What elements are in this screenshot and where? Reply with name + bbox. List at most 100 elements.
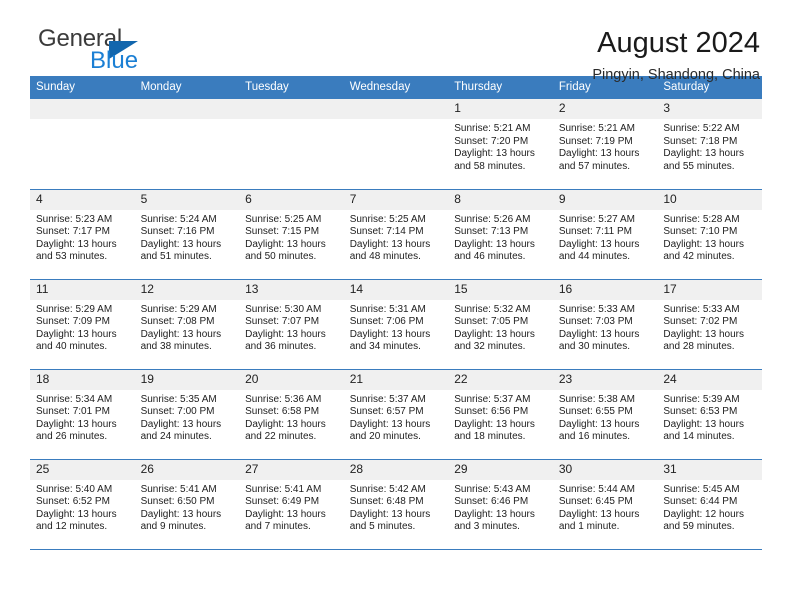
day-number: 4 (30, 189, 135, 210)
calendar-day-cell[interactable]: 23 Sunrise: 5:38 AM Sunset: 6:55 PM Dayligh… (552, 369, 658, 460)
general-blue-logo[interactable]: General Blue (30, 26, 180, 78)
sunset-text: Sunset: 7:17 PM (36, 226, 110, 238)
calendar-day-cell[interactable]: 20 Sunrise: 5:36 AM Sunset: 6:58 PM Dayligh… (239, 369, 344, 460)
day-number: 22 (448, 369, 553, 390)
calendar-grid: Sunday Monday Tuesday Wednesday Thursday… (30, 76, 762, 550)
daylight-text: Daylight: 13 hours and 38 minutes. (140, 328, 222, 353)
sunrise-text: Sunrise: 5:37 AM (454, 393, 531, 405)
calendar-day-cell[interactable]: 12 Sunrise: 5:29 AM Sunset: 7:08 PM Dayligh… (134, 279, 240, 370)
day-details: Sunrise: 5:38 AM Sunset: 6:55 PM Daylight:… (553, 390, 658, 444)
calendar-day-cell[interactable]: 22 Sunrise: 5:37 AM Sunset: 6:56 PM Dayligh… (448, 369, 553, 460)
calendar-day-cell[interactable]: 25 Sunrise: 5:40 AM Sunset: 6:52 PM Dayligh… (30, 459, 135, 550)
calendar-day-cell[interactable]: 28 Sunrise: 5:42 AM Sunset: 6:48 PM Dayligh… (343, 459, 449, 550)
sunset-text: Sunset: 7:02 PM (663, 316, 738, 328)
day-number: 31 (657, 459, 762, 480)
calendar-day-cell[interactable]: 19 Sunrise: 5:35 AM Sunset: 7:00 PM Dayligh… (134, 369, 240, 460)
sunrise-text: Sunrise: 5:25 AM (349, 213, 426, 225)
calendar-day-cell[interactable]: 31 Sunrise: 5:45 AM Sunset: 6:44 PM Dayligh… (657, 459, 762, 550)
weekday-header-sunday: Sunday (30, 76, 135, 99)
calendar-day-cell[interactable]: 10 Sunrise: 5:28 AM Sunset: 7:10 PM Dayligh… (657, 189, 762, 280)
calendar-day-cell[interactable]: 18 Sunrise: 5:34 AM Sunset: 7:01 PM Dayligh… (30, 369, 135, 460)
calendar-day-cell[interactable]: 1 Sunrise: 5:21 AM Sunset: 7:20 PM Daylight… (448, 99, 553, 190)
daylight-text: Daylight: 13 hours and 14 minutes. (663, 418, 744, 443)
sunset-text: Sunset: 6:57 PM (349, 406, 424, 418)
daylight-text: Daylight: 12 hours and 59 minutes. (663, 508, 744, 533)
calendar-day-cell[interactable]: 2 Sunrise: 5:21 AM Sunset: 7:19 PM Daylight… (552, 99, 658, 190)
sunset-text: Sunset: 7:18 PM (663, 135, 738, 147)
calendar-day-cell[interactable]: 30 Sunrise: 5:44 AM Sunset: 6:45 PM Dayligh… (552, 459, 658, 550)
calendar-day-cell[interactable]: 3 Sunrise: 5:22 AM Sunset: 7:18 PM Daylight… (657, 99, 762, 190)
day-details: Sunrise: 5:27 AM Sunset: 7:11 PM Daylight:… (553, 210, 658, 264)
calendar-week-row: 1 Sunrise: 5:21 AM Sunset: 7:20 PM Daylight… (30, 99, 762, 190)
sunset-text: Sunset: 6:52 PM (36, 496, 110, 508)
calendar-day-cell[interactable]: 9 Sunrise: 5:27 AM Sunset: 7:11 PM Daylight… (552, 189, 658, 280)
day-details: Sunrise: 5:31 AM Sunset: 7:06 PM Daylight:… (344, 300, 449, 354)
calendar-day-cell-empty (343, 99, 449, 190)
sunrise-text: Sunrise: 5:39 AM (663, 393, 740, 405)
daylight-text: Daylight: 13 hours and 5 minutes. (349, 508, 431, 533)
daylight-text: Daylight: 13 hours and 18 minutes. (454, 418, 535, 443)
day-number: 25 (30, 459, 135, 480)
sunset-text: Sunset: 7:00 PM (140, 406, 215, 418)
daylight-text: Daylight: 13 hours and 34 minutes. (349, 328, 431, 353)
calendar-day-cell[interactable]: 14 Sunrise: 5:31 AM Sunset: 7:06 PM Dayligh… (343, 279, 449, 370)
calendar-day-cell[interactable]: 8 Sunrise: 5:26 AM Sunset: 7:13 PM Daylight… (448, 189, 553, 280)
day-details: Sunrise: 5:29 AM Sunset: 7:08 PM Daylight:… (135, 300, 240, 354)
sunrise-text: Sunrise: 5:23 AM (36, 213, 113, 225)
day-details: Sunrise: 5:34 AM Sunset: 7:01 PM Daylight:… (30, 390, 135, 444)
sunrise-text: Sunrise: 5:21 AM (558, 123, 635, 134)
calendar-day-cell[interactable]: 4 Sunrise: 5:23 AM Sunset: 7:17 PM Daylight… (30, 189, 135, 280)
day-details: Sunrise: 5:23 AM Sunset: 7:17 PM Daylight:… (30, 210, 135, 264)
weekday-header-thursday: Thursday (448, 76, 553, 99)
day-details: Sunrise: 5:26 AM Sunset: 7:13 PM Daylight:… (448, 210, 553, 264)
daylight-text: Daylight: 13 hours and 58 minutes. (454, 148, 535, 172)
sunrise-text: Sunrise: 5:44 AM (558, 483, 635, 495)
sunrise-text: Sunrise: 5:45 AM (663, 483, 740, 495)
calendar-day-cell[interactable]: 11 Sunrise: 5:29 AM Sunset: 7:09 PM Dayligh… (30, 279, 135, 370)
sunrise-text: Sunrise: 5:29 AM (140, 303, 217, 315)
calendar-day-cell[interactable]: 15 Sunrise: 5:32 AM Sunset: 7:05 PM Dayligh… (448, 279, 553, 370)
day-details: Sunrise: 5:44 AM Sunset: 6:45 PM Daylight:… (553, 480, 658, 534)
calendar-day-cell[interactable]: 29 Sunrise: 5:43 AM Sunset: 6:46 PM Dayligh… (448, 459, 553, 550)
sunrise-text: Sunrise: 5:25 AM (245, 213, 322, 225)
sunset-text: Sunset: 6:55 PM (558, 406, 633, 418)
day-number: 12 (134, 279, 240, 300)
calendar-day-cell[interactable]: 27 Sunrise: 5:41 AM Sunset: 6:49 PM Dayligh… (239, 459, 344, 550)
day-number: 20 (239, 369, 344, 390)
calendar-day-cell[interactable]: 5 Sunrise: 5:24 AM Sunset: 7:16 PM Daylight… (134, 189, 240, 280)
sunset-text: Sunset: 7:11 PM (558, 226, 633, 238)
sunrise-text: Sunrise: 5:24 AM (140, 213, 217, 225)
sunrise-text: Sunrise: 5:37 AM (349, 393, 426, 405)
day-details: Sunrise: 5:45 AM Sunset: 6:44 PM Daylight:… (657, 480, 762, 534)
calendar-day-cell[interactable]: 26 Sunrise: 5:41 AM Sunset: 6:50 PM Dayligh… (134, 459, 240, 550)
daylight-text: Daylight: 13 hours and 51 minutes. (140, 238, 222, 263)
calendar-day-cell[interactable]: 17 Sunrise: 5:33 AM Sunset: 7:02 PM Dayligh… (657, 279, 762, 370)
sunrise-text: Sunrise: 5:22 AM (663, 123, 740, 134)
calendar-day-cell[interactable]: 24 Sunrise: 5:39 AM Sunset: 6:53 PM Dayligh… (657, 369, 762, 460)
sunrise-text: Sunrise: 5:34 AM (36, 393, 113, 405)
sunrise-text: Sunrise: 5:32 AM (454, 303, 531, 315)
day-number: 3 (657, 99, 762, 119)
sunset-text: Sunset: 7:01 PM (36, 406, 110, 418)
daylight-text: Daylight: 13 hours and 57 minutes. (558, 148, 640, 172)
day-details: Sunrise: 5:40 AM Sunset: 6:52 PM Daylight:… (30, 480, 135, 534)
sunrise-text: Sunrise: 5:33 AM (558, 303, 635, 315)
daylight-text: Daylight: 13 hours and 7 minutes. (245, 508, 326, 533)
calendar-day-cell[interactable]: 7 Sunrise: 5:25 AM Sunset: 7:14 PM Daylight… (343, 189, 449, 280)
calendar-day-cell-empty (239, 99, 344, 190)
day-details: Sunrise: 5:39 AM Sunset: 6:53 PM Daylight:… (657, 390, 762, 444)
day-number: 5 (134, 189, 240, 210)
calendar-day-cell[interactable]: 16 Sunrise: 5:33 AM Sunset: 7:03 PM Dayligh… (552, 279, 658, 370)
sunrise-text: Sunrise: 5:42 AM (349, 483, 426, 495)
day-number: 6 (239, 189, 344, 210)
day-details: Sunrise: 5:43 AM Sunset: 6:46 PM Daylight:… (448, 480, 553, 534)
calendar-day-cell[interactable]: 21 Sunrise: 5:37 AM Sunset: 6:57 PM Dayligh… (343, 369, 449, 460)
daylight-text: Daylight: 13 hours and 9 minutes. (140, 508, 222, 533)
day-details: Sunrise: 5:37 AM Sunset: 6:57 PM Daylight:… (344, 390, 449, 444)
daylight-text: Daylight: 13 hours and 28 minutes. (663, 328, 744, 353)
day-number: 30 (552, 459, 658, 480)
calendar-day-cell[interactable]: 6 Sunrise: 5:25 AM Sunset: 7:15 PM Daylight… (239, 189, 344, 280)
sunrise-text: Sunrise: 5:41 AM (245, 483, 322, 495)
calendar-day-cell[interactable]: 13 Sunrise: 5:30 AM Sunset: 7:07 PM Dayligh… (239, 279, 344, 370)
logo-text-blue: Blue (90, 47, 139, 74)
